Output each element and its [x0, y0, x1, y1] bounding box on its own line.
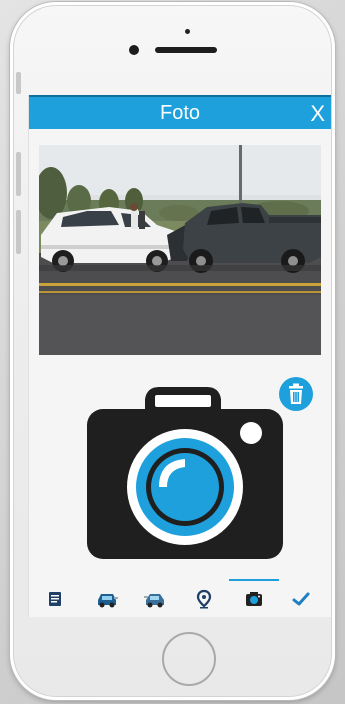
document-icon — [49, 592, 61, 606]
close-button[interactable]: X — [310, 101, 325, 127]
bottom-tab-bar — [29, 579, 331, 617]
car-front-icon — [98, 594, 118, 608]
tab-confirm[interactable] — [281, 579, 321, 617]
page-title: Foto — [159, 102, 201, 124]
tab-car-side[interactable] — [133, 579, 173, 617]
volume-down-button — [16, 210, 21, 254]
app-screen: Foto X — [28, 95, 331, 617]
front-camera — [129, 45, 139, 55]
proximity-sensor — [185, 29, 190, 34]
camera-icon — [87, 387, 283, 559]
delete-photo-button[interactable] — [279, 377, 313, 411]
mute-switch — [16, 72, 21, 94]
earpiece-speaker — [155, 47, 217, 53]
tab-camera[interactable] — [234, 579, 274, 617]
checkmark-icon — [292, 592, 310, 606]
home-button[interactable] — [162, 632, 216, 686]
car-side-icon — [144, 594, 164, 608]
header-bar: Foto X — [29, 95, 331, 129]
tab-location[interactable] — [184, 579, 224, 617]
volume-up-button — [16, 152, 21, 196]
trash-icon — [289, 383, 303, 404]
capture-photo-button[interactable] — [87, 387, 283, 559]
location-pin-icon — [196, 589, 212, 609]
camera-icon — [246, 592, 262, 606]
tab-document[interactable] — [35, 579, 75, 617]
accident-photo[interactable] — [39, 145, 321, 355]
photo-image — [39, 145, 321, 355]
tab-car-front[interactable] — [85, 579, 125, 617]
